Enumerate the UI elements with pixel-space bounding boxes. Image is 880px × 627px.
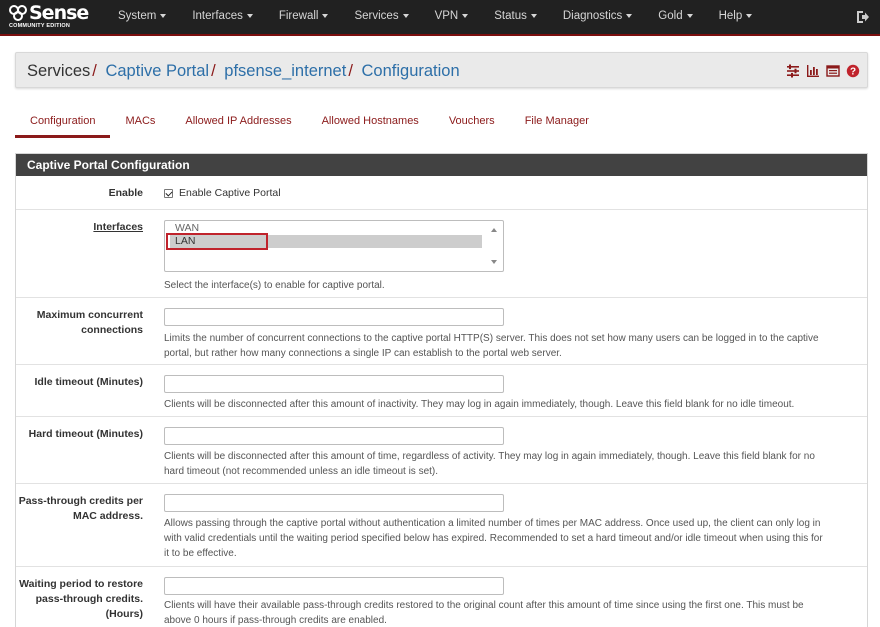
max-connections-row: Maximum concurrent connections Limits the… [16,297,867,364]
tab-macs[interactable]: MACs [110,110,170,138]
highlight-box [166,233,268,250]
tab-allowed-hostnames[interactable]: Allowed Hostnames [307,110,434,138]
sliders-icon[interactable] [786,64,800,78]
waiting-period-row: Waiting period to restore pass-through cr… [16,566,867,627]
scroll-up-icon[interactable] [491,228,497,232]
tab-vouchers[interactable]: Vouchers [434,110,510,138]
list-table-icon[interactable] [826,64,840,78]
nav-services[interactable]: Services [341,0,421,35]
interfaces-label: Interfaces [93,221,143,233]
passthrough-credits-row: Pass-through credits per MAC address. All… [16,483,867,566]
enable-row: Enable Enable Captive Portal [16,176,867,209]
breadcrumb-zone[interactable]: pfsense_internet [224,62,346,80]
passthrough-credits-label: Pass-through credits per MAC address. [18,495,143,522]
help-circle-icon[interactable]: ? [846,64,860,78]
nav-diagnostics[interactable]: Diagnostics [550,0,645,35]
nav-status[interactable]: Status [481,0,550,35]
idle-timeout-row: Idle timeout (Minutes) Clients will be d… [16,364,867,416]
logo-mark-icon [9,5,27,21]
tab-allowed-ip-addresses[interactable]: Allowed IP Addresses [170,110,306,138]
enable-checkbox-label[interactable]: Enable Captive Portal [179,187,281,199]
passthrough-credits-help: Allows passing through the captive porta… [164,518,823,559]
interfaces-help: Select the interface(s) to enable for ca… [164,280,385,291]
scroll-down-icon[interactable] [491,260,497,264]
nav-interfaces[interactable]: Interfaces [179,0,266,35]
breadcrumb: Services / Captive Portal / pfsense_intern… [27,62,460,80]
idle-timeout-help: Clients will be disconnected after this … [164,399,795,410]
interfaces-listbox[interactable]: WAN LAN [164,220,504,272]
breadcrumb-configuration[interactable]: Configuration [362,62,460,80]
waiting-period-label: Waiting period to restore pass-through cr… [19,578,143,620]
idle-timeout-label: Idle timeout (Minutes) [34,376,144,388]
nav-system[interactable]: System [105,0,179,35]
top-navbar: Sense COMMUNITY EDITION System Interface… [0,0,880,36]
panel-title: Captive Portal Configuration [16,154,867,176]
logo-edition: COMMUNITY EDITION [9,23,71,29]
max-connections-input[interactable] [164,308,504,326]
hard-timeout-label: Hard timeout (Minutes) [28,428,143,440]
hard-timeout-row: Hard timeout (Minutes) Clients will be d… [16,416,867,483]
hard-timeout-help: Clients will be disconnected after this … [164,451,815,477]
max-connections-help: Limits the number of concurrent connecti… [164,333,819,359]
nav-vpn[interactable]: VPN [422,0,482,35]
logout-icon[interactable] [856,10,870,24]
pfsense-logo[interactable]: Sense COMMUNITY EDITION [8,0,103,35]
tab-file-manager[interactable]: File Manager [510,110,604,138]
logo-text: Sense [29,2,89,24]
breadcrumb-captive-portal[interactable]: Captive Portal [105,62,209,80]
nav-gold[interactable]: Gold [645,0,705,35]
enable-captive-portal-checkbox[interactable] [164,188,173,198]
breadcrumb-bar: Services / Captive Portal / pfsense_intern… [15,52,868,88]
bar-chart-icon[interactable] [806,64,820,78]
idle-timeout-input[interactable] [164,375,504,393]
nav-help[interactable]: Help [706,0,766,35]
hard-timeout-input[interactable] [164,427,504,445]
tab-configuration[interactable]: Configuration [15,110,111,138]
tab-bar: Configuration MACs Allowed IP Addresses … [15,110,604,138]
interfaces-row: Interfaces WAN LAN Select the interface(… [16,209,867,297]
svg-text:?: ? [850,67,856,78]
breadcrumb-root: Services [27,62,91,80]
enable-label: Enable [108,187,143,199]
waiting-period-help: Clients will have their available pass-t… [164,600,804,626]
waiting-period-input[interactable] [164,577,504,595]
captive-portal-config-panel: Captive Portal Configuration Enable Enab… [15,153,868,627]
nav-firewall[interactable]: Firewall [266,0,342,35]
passthrough-credits-input[interactable] [164,494,504,512]
max-connections-label: Maximum concurrent connections [36,309,143,336]
